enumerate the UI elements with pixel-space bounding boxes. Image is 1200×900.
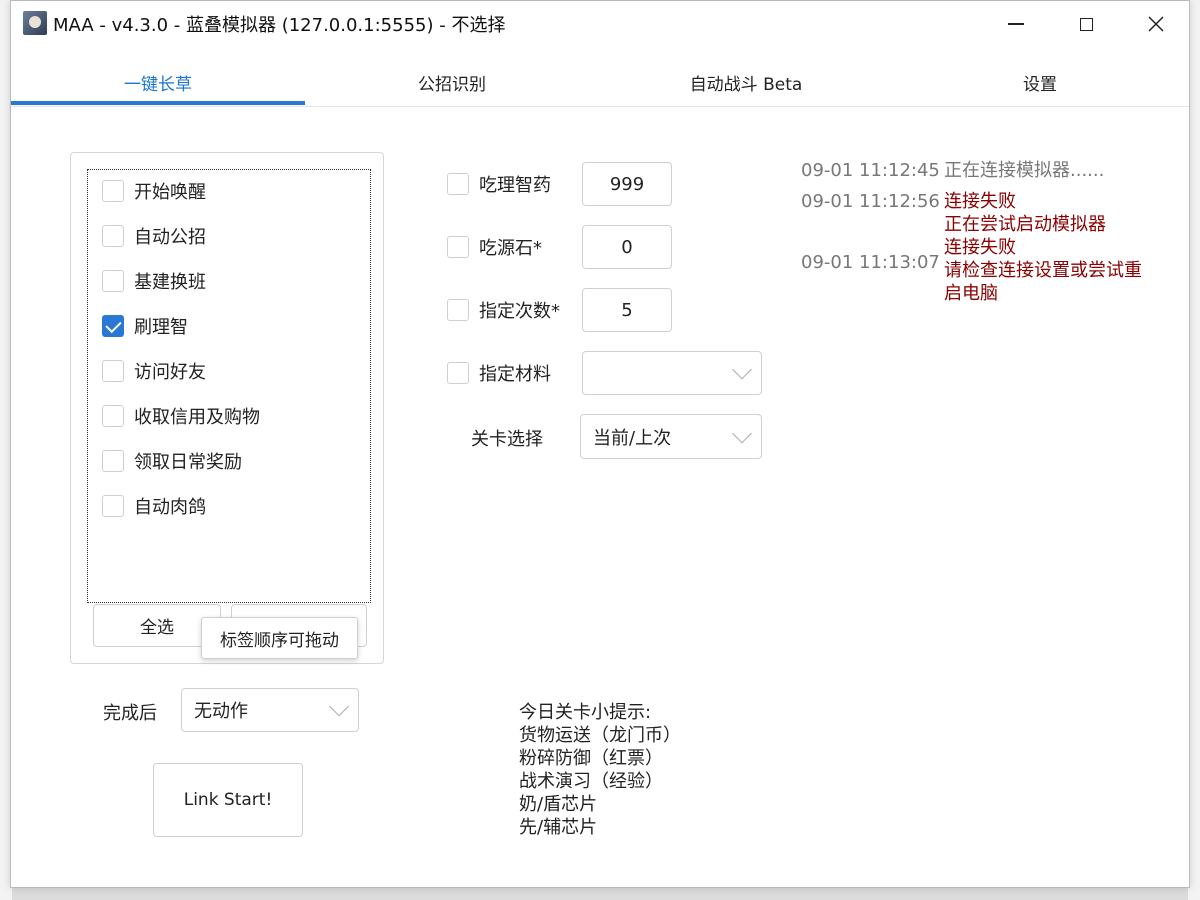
minimize-button[interactable] [981, 1, 1051, 47]
option-label: 指定次数* [479, 301, 560, 322]
stage-value: 当前/上次 [593, 427, 672, 449]
task-label: 刷理智 [134, 317, 188, 338]
checkbox[interactable] [102, 450, 124, 472]
tab-auto-battle[interactable]: 自动战斗 Beta [599, 59, 893, 105]
option-label: 吃源石* [479, 238, 542, 259]
task-label: 领取日常奖励 [134, 452, 242, 473]
option-sanity-potion[interactable]: 吃理智药 [447, 169, 551, 199]
sanity-potion-input[interactable]: 999 [582, 162, 672, 206]
title-bar[interactable]: MAA - v4.3.0 - 蓝叠模拟器 (127.0.0.1:5555) - … [11, 1, 1189, 47]
after-finish-label: 完成后 [103, 703, 157, 724]
task-list: 开始唤醒 自动公招 基建换班 刷理智 访问好友 收取信用及购物 领取日常奖励 自… [87, 169, 371, 603]
log-entry: 09-01 11:12:56 连接失败 正在尝试启动模拟器 连接失败 [801, 190, 1181, 259]
task-start-wakeup[interactable]: 开始唤醒 [102, 176, 206, 206]
tab-recruit[interactable]: 公招识别 [305, 59, 599, 105]
log-message: 启电脑 [944, 283, 998, 304]
close-button[interactable] [1121, 1, 1191, 47]
task-daily-rewards[interactable]: 领取日常奖励 [102, 446, 242, 476]
checkbox[interactable] [102, 180, 124, 202]
after-finish-select[interactable]: 无动作 [181, 688, 359, 732]
maa-window: MAA - v4.3.0 - 蓝叠模拟器 (127.0.0.1:5555) - … [10, 0, 1190, 888]
log-entry: 09-01 11:12:45 正在连接模拟器...... [801, 159, 1181, 182]
chevron-down-icon [732, 423, 752, 443]
tip-line: 粉碎防御（红票） [519, 748, 663, 769]
task-label: 开始唤醒 [134, 182, 206, 203]
log-message: 连接失败 [944, 237, 1016, 258]
tip-line: 战术演习（经验） [519, 771, 663, 792]
link-start-button[interactable]: Link Start! [153, 763, 303, 837]
checkbox[interactable] [102, 360, 124, 382]
checkbox[interactable] [447, 236, 469, 258]
originite-input[interactable]: 0 [582, 225, 672, 269]
log-message: 正在尝试启动模拟器 [944, 214, 1106, 235]
option-times[interactable]: 指定次数* [447, 295, 560, 325]
option-label: 指定材料 [479, 364, 551, 385]
tip-line: 先/辅芯片 [519, 817, 598, 838]
option-label: 吃理智药 [479, 175, 551, 196]
window-title: MAA - v4.3.0 - 蓝叠模拟器 (127.0.0.1:5555) - … [53, 15, 506, 36]
maximize-icon [1079, 17, 1093, 31]
task-credit-shopping[interactable]: 收取信用及购物 [102, 401, 260, 431]
tip-line: 货物运送（龙门币） [519, 725, 681, 746]
close-icon [1148, 16, 1164, 32]
checkbox[interactable] [447, 362, 469, 384]
main-tabs: 一键长草 公招识别 自动战斗 Beta 设置 [11, 59, 1189, 107]
task-label: 收取信用及购物 [134, 407, 260, 428]
checkbox[interactable] [102, 495, 124, 517]
log-timestamp: 09-01 11:12:56 [801, 191, 940, 212]
checkbox[interactable] [102, 270, 124, 292]
task-label: 自动肉鸽 [134, 497, 206, 518]
times-input[interactable]: 5 [582, 288, 672, 332]
log-message: 连接失败 [944, 191, 1016, 212]
task-auto-recruit[interactable]: 自动公招 [102, 221, 206, 251]
minimize-icon [1008, 23, 1024, 25]
checkbox[interactable] [102, 405, 124, 427]
material-select[interactable] [582, 351, 762, 395]
checkbox[interactable] [102, 225, 124, 247]
option-originite[interactable]: 吃源石* [447, 232, 542, 262]
log-timestamp: 09-01 11:12:45 [801, 160, 940, 181]
task-label: 基建换班 [134, 272, 206, 293]
checkbox[interactable] [447, 173, 469, 195]
task-auto-roguelike[interactable]: 自动肉鸽 [102, 491, 206, 521]
checkbox[interactable] [447, 299, 469, 321]
task-base-shift[interactable]: 基建换班 [102, 266, 206, 296]
log-entry: 09-01 11:13:07 请检查连接设置或尝试重 启电脑 [801, 252, 1181, 305]
tab-farming[interactable]: 一键长草 [11, 59, 305, 105]
after-finish-value: 无动作 [194, 701, 248, 722]
tab-settings[interactable]: 设置 [893, 59, 1187, 105]
task-label: 自动公招 [134, 227, 206, 248]
drag-hint-tooltip: 标签顺序可拖动 [201, 617, 358, 659]
app-logo-icon [23, 11, 47, 35]
task-farm-sanity[interactable]: 刷理智 [102, 311, 188, 341]
tips-title: 今日关卡小提示: [519, 702, 652, 723]
daily-stage-tips: 今日关卡小提示: 货物运送（龙门币） 粉碎防御（红票） 战术演习（经验） 奶/盾… [519, 701, 681, 839]
task-label: 访问好友 [134, 362, 206, 383]
stage-select[interactable]: 当前/上次 [580, 414, 762, 459]
log-panel: 09-01 11:12:45 正在连接模拟器...... 09-01 11:12… [801, 159, 1181, 313]
log-message: 请检查连接设置或尝试重 [944, 260, 1142, 281]
active-tab-indicator [11, 101, 305, 105]
stage-select-label: 关卡选择 [471, 429, 543, 450]
tip-line: 奶/盾芯片 [519, 794, 598, 815]
chevron-down-icon [732, 359, 752, 380]
log-message: 正在连接模拟器...... [944, 160, 1105, 181]
chevron-down-icon [329, 696, 349, 717]
checkbox-checked[interactable] [102, 315, 124, 337]
maximize-button[interactable] [1051, 1, 1121, 47]
log-timestamp: 09-01 11:13:07 [801, 252, 940, 273]
option-material[interactable]: 指定材料 [447, 358, 551, 388]
task-visit-friends[interactable]: 访问好友 [102, 356, 206, 386]
